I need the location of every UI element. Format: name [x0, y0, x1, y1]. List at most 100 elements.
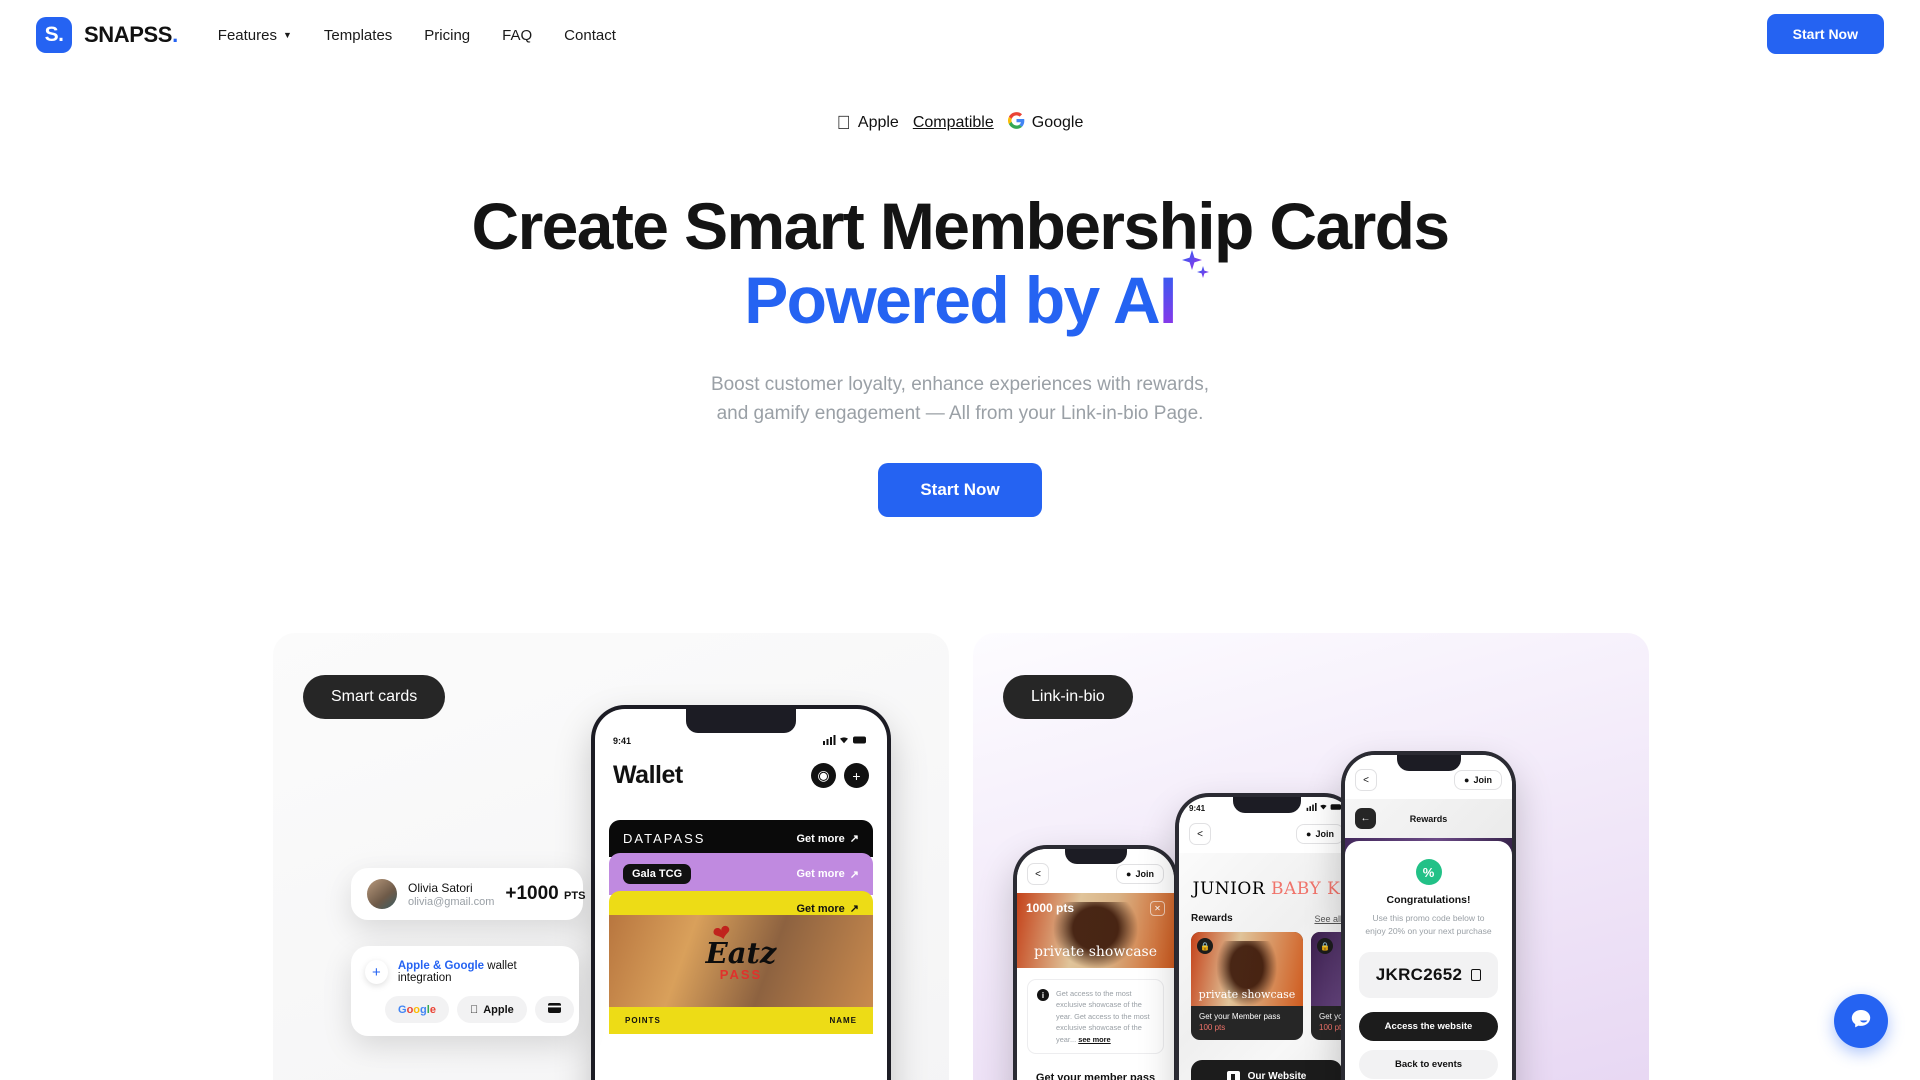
showcase-description: Get access to the most exclusive showcas… — [1056, 989, 1150, 1044]
top-navigation: S. SNAPSS. Features ▼ Templates Pricing … — [0, 0, 1920, 70]
hero-subtitle-line-2: and gamify engagement — All from your Li… — [716, 403, 1204, 425]
gala-get-more[interactable]: Get more ↗ — [796, 868, 859, 881]
share-icon[interactable]: < — [1189, 823, 1211, 845]
rewards-header-bar: ← Rewards — [1345, 799, 1512, 838]
eatz-get-more[interactable]: Get more ↗ — [796, 902, 859, 916]
wallet-card-list: DATAPASS Get more↗ Gala TCG Get more↗ — [595, 820, 887, 1034]
page-title: Create Smart Membership Cards Powered by… — [0, 189, 1920, 338]
rewards-heading: Rewards — [1191, 913, 1233, 924]
datapass-get-more[interactable]: Get more ↗ — [796, 832, 859, 846]
points-notification-card: Olivia Satori olivia@gmail.com +1000 PTS — [351, 868, 586, 920]
arrow-up-icon: ↗ — [849, 903, 859, 915]
close-icon[interactable]: ✕ — [1150, 901, 1165, 916]
hero-start-now-button[interactable]: Start Now — [878, 462, 1042, 517]
link-in-bio-badge: Link-in-bio — [1003, 675, 1133, 719]
status-icons — [823, 735, 869, 747]
reward-card[interactable]: 🔒 private showcase Get your Member pass … — [1191, 932, 1303, 1040]
eatz-wordmark: Eatz — [705, 936, 777, 971]
eatz-hero-image: ❤ Eatz PASS — [609, 915, 873, 1007]
card-chip[interactable] — [534, 996, 574, 1023]
wallet-phone-mockup: 9:41 Wallet ◉ + DATAPASS Get more ↗ Gala… — [591, 705, 891, 1080]
see-all-link[interactable]: See all — [1314, 914, 1342, 924]
wallet-title: Wallet — [613, 761, 683, 789]
plus-icon[interactable]: + — [365, 960, 388, 984]
smart-cards-panel: Smart cards 9:41 Wallet ◉ + DATAPASS Get… — [273, 633, 949, 1080]
eatz-points-label: POINTS — [625, 1016, 661, 1025]
phone-notch — [1064, 849, 1127, 864]
google-icon — [1007, 112, 1025, 134]
member-pass-title: Get your member pass — [1035, 1072, 1156, 1080]
hero-line-1: Create Smart Membership Cards — [471, 189, 1451, 263]
wallet-package-icon[interactable]: ◉ — [811, 763, 836, 788]
landing-page: S. SNAPSS. Features ▼ Templates Pricing … — [0, 0, 1920, 1080]
join-button[interactable]: ● Join — [1454, 770, 1502, 790]
phone-notch — [1232, 797, 1301, 813]
reward-points: 100 pts — [1199, 1023, 1226, 1032]
wallet-card-datapass[interactable]: DATAPASS Get more ↗ — [609, 820, 873, 857]
nav-links: Features ▼ Templates Pricing FAQ Contact — [218, 27, 616, 44]
copy-icon[interactable] — [1471, 969, 1482, 982]
apple-label: Apple — [850, 114, 899, 131]
chat-widget-button[interactable] — [1834, 994, 1888, 1048]
nav-item-features[interactable]: Features ▼ — [218, 27, 292, 44]
nav-item-templates[interactable]: Templates — [324, 27, 392, 44]
user-name: Olivia Satori — [408, 880, 473, 895]
person-icon: ● — [1306, 829, 1312, 839]
status-icons — [1306, 803, 1344, 813]
points-tag: 1000 pts — [1026, 901, 1075, 915]
showcase-title: private showcase — [1033, 944, 1158, 960]
user-email: olivia@gmail.com — [408, 895, 495, 908]
wallet-card-gala[interactable]: Gala TCG Get more ↗ — [609, 853, 873, 895]
credit-card-icon — [547, 1003, 561, 1016]
google-label: Google — [1024, 114, 1084, 131]
showcase-section: Smart cards 9:41 Wallet ◉ + DATAPASS Get… — [273, 633, 1649, 1080]
back-to-events-button[interactable]: Back to events — [1359, 1050, 1498, 1080]
wallet-card-eatz[interactable]: Get more ↗ — [609, 891, 873, 915]
hero-subtitle-line-1: Boost customer loyalty, enhance experien… — [710, 373, 1210, 395]
apple-chip[interactable]:  Apple — [456, 996, 527, 1023]
lock-icon: 🔒 — [1197, 938, 1213, 954]
showcase-phone-mockup: < ● Join 1000 pts ✕ private showcase i Ge… — [1013, 845, 1178, 1080]
wallet-add-icon[interactable]: + — [844, 763, 869, 788]
eatz-name-label: NAME — [829, 1016, 857, 1025]
google-chip[interactable]: Google — [385, 996, 449, 1023]
brand-page-body: JUNIOR BABY K Rewards See all 🔒 private … — [1179, 853, 1354, 1080]
showcase-banner: 1000 pts ✕ private showcase — [1017, 893, 1174, 968]
share-icon[interactable]: < — [1027, 863, 1049, 885]
arrow-up-icon: ↗ — [849, 833, 859, 845]
reward-line-1: Get your Member pass — [1199, 1012, 1281, 1021]
brand-logo[interactable]: S. SNAPSS. — [36, 17, 178, 53]
status-time: 9:41 — [613, 736, 632, 746]
store-icon — [1226, 1071, 1240, 1080]
join-button[interactable]: ● Join — [1116, 864, 1164, 884]
nav-item-pricing[interactable]: Pricing — [424, 27, 470, 44]
wallet-integration-highlight: Apple & Google — [397, 960, 485, 972]
congratulations-sheet: % Congratulations! Use this promo code b… — [1345, 841, 1512, 1080]
brand-title: JUNIOR BABY K — [1192, 879, 1341, 899]
nav-item-contact[interactable]: Contact — [564, 27, 616, 44]
reward-caption: private showcase — [1198, 988, 1296, 1001]
avatar — [367, 879, 397, 909]
rewards-card-list: 🔒 private showcase Get your Member pass … — [1179, 924, 1354, 1040]
share-icon[interactable]: < — [1355, 769, 1377, 791]
join-button[interactable]: ● Join — [1296, 824, 1344, 844]
promo-code-box[interactable]: JKRC2652 — [1359, 952, 1498, 999]
promo-phone-mockup: < ●Join ← Rewards 🔒 % Congratulations! — [1341, 751, 1516, 1080]
see-more-link[interactable]: see more — [1078, 1035, 1110, 1044]
apple-chip-label: Apple — [474, 1003, 514, 1016]
smart-cards-badge: Smart cards — [303, 675, 446, 719]
hero-section: Create Smart Membership Cards Powered by… — [0, 189, 1920, 517]
apple-icon:  — [470, 1004, 478, 1016]
brand-page-phone-mockup: 9:41 < ● Join JUNIOR BABY K Rewards See … — [1175, 793, 1358, 1080]
access-website-button[interactable]: Access the website — [1359, 1012, 1498, 1042]
apple-compat:  Apple — [837, 114, 899, 133]
link-in-bio-panel: Link-in-bio < ● Join 1000 pts ✕ private s… — [973, 633, 1649, 1080]
points-value: +1000 PTS — [505, 883, 586, 904]
apple-icon:  — [837, 114, 851, 133]
our-website-button[interactable]: Our Website — [1191, 1060, 1342, 1080]
datapass-brand: DATAPASS — [623, 831, 706, 846]
lock-icon: 🔒 — [1317, 938, 1333, 954]
header-start-now-button[interactable]: Start Now — [1766, 14, 1884, 54]
snapss-logo-icon: S. — [36, 17, 72, 53]
nav-item-faq[interactable]: FAQ — [502, 27, 532, 44]
